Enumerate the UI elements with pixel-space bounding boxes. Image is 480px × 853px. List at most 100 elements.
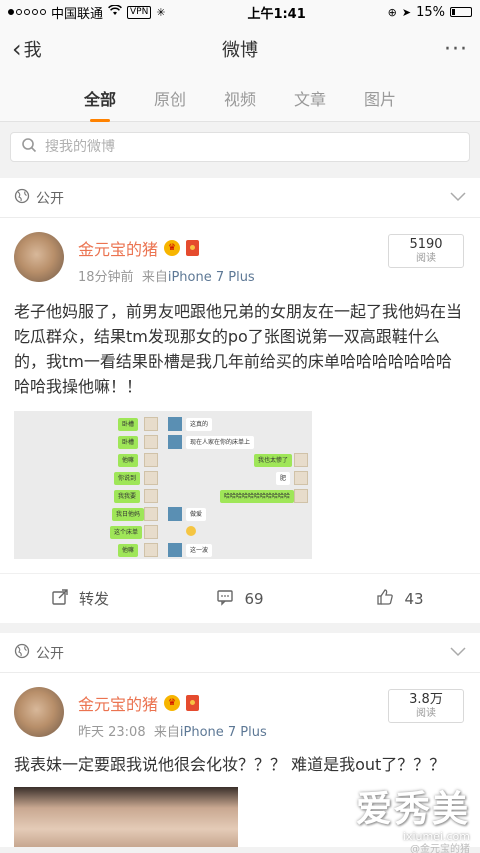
loading-icon: ✳ (156, 5, 166, 19)
thumbs-up-icon (376, 588, 394, 610)
read-label: 阅读 (416, 708, 436, 719)
search-box[interactable] (10, 132, 470, 162)
username[interactable]: 金元宝的猪 (78, 236, 158, 260)
like-button[interactable]: 43 (320, 588, 480, 610)
chat-avatar (168, 417, 182, 431)
chat-bubble: 我我要 (114, 490, 141, 503)
battery-icon (450, 7, 472, 17)
comment-button[interactable]: 69 (160, 588, 320, 610)
chat-avatar (144, 417, 158, 431)
post-time: 18分钟前 (78, 270, 134, 285)
read-count-box: 5190 阅读 (388, 234, 464, 268)
signal-icon (8, 9, 46, 15)
more-icon[interactable]: ··· (444, 37, 468, 62)
chat-bubble: 哈哈哈哈哈哈哈哈哈哈哈 (220, 490, 295, 503)
like-count: 43 (404, 589, 424, 608)
globe-icon (14, 643, 30, 663)
chat-avatar (168, 435, 182, 449)
chat-avatar (168, 507, 182, 521)
search-area (0, 122, 480, 170)
chevron-left-icon: ‹ (12, 35, 22, 63)
source-prefix: 来自 (141, 270, 168, 285)
avatar[interactable] (14, 232, 64, 282)
repost-label: 转发 (78, 590, 109, 608)
post-image-chat-screenshot[interactable]: 卧槽 卧槽 他嘛 你说到 我我要 我日他妈 这个床单 他嘛 这真的 现在人家在你… (14, 411, 312, 559)
comment-icon (216, 588, 234, 610)
post-text: 老子他妈服了，前男友吧跟他兄弟的女朋友在一起了我他妈在当吃瓜群众，结果tm发现那… (14, 302, 463, 396)
vip-crown-icon: ♛ (164, 695, 181, 711)
chat-avatar (144, 543, 158, 557)
post-source[interactable]: iPhone 7 Plus (168, 270, 255, 285)
post-time: 昨天 23:08 (78, 725, 146, 740)
chat-avatar (294, 489, 308, 503)
chat-avatar (144, 525, 158, 539)
wifi-icon (108, 3, 122, 20)
chat-bubble: 这个床单 (110, 526, 143, 539)
read-count: 5190 (409, 237, 443, 252)
chat-avatar (144, 453, 158, 467)
chat-bubble: 你说到 (114, 472, 141, 485)
post-meta: 昨天 23:08 来自iPhone 7 Plus (78, 721, 267, 740)
post-user-row: 金元宝的猪 ♛ 18分钟前 来自iPhone 7 Plus 5190 阅读 (0, 218, 480, 285)
post-text: 我表妹一定要跟我说他很会化妆？？？ 难道是我out了？？？ (14, 755, 446, 774)
back-button[interactable]: ‹ 我 (12, 36, 42, 62)
tab-article[interactable]: 文章 (292, 78, 328, 118)
chat-bubble: 卧槽 (118, 436, 139, 449)
status-time: 上午1:41 (247, 6, 306, 22)
carrier: 中国联通 (51, 6, 104, 22)
tab-bar: 全部 原创 视频 文章 图片 (0, 74, 480, 122)
source-prefix: 来自 (153, 725, 180, 740)
post-source[interactable]: iPhone 7 Plus (180, 725, 267, 740)
red-packet-icon (186, 240, 200, 256)
lock-rotation-icon: ⊕ (387, 5, 397, 19)
post-meta: 18分钟前 来自iPhone 7 Plus (78, 266, 255, 285)
globe-icon (14, 188, 30, 208)
chat-bubble: 我日他妈 (112, 508, 145, 521)
read-count-box: 3.8万 阅读 (388, 689, 464, 723)
username[interactable]: 金元宝的猪 (78, 691, 158, 715)
page-title: 微博 (222, 40, 258, 61)
search-icon (21, 137, 37, 157)
chat-bubble: 现在人家在你的床单上 (186, 436, 255, 449)
watermark: 爱秀美 ixiumei.com (356, 790, 470, 844)
tab-photo[interactable]: 图片 (362, 78, 398, 118)
chat-bubble: 这真的 (186, 418, 213, 431)
tab-original[interactable]: 原创 (152, 78, 188, 118)
chat-avatar (168, 543, 182, 557)
post-header: 公开 (0, 178, 480, 218)
chat-avatar (294, 471, 308, 485)
visibility-label: 公开 (36, 645, 64, 662)
search-input[interactable] (45, 139, 425, 155)
avatar[interactable] (14, 687, 64, 737)
post-user-row: 金元宝的猪 ♛ 昨天 23:08 来自iPhone 7 Plus 3.8万 阅读 (0, 673, 480, 740)
chat-avatar (144, 435, 158, 449)
weibo-handle-watermark: @金元宝的猪 (410, 844, 470, 853)
tab-video[interactable]: 视频 (222, 78, 258, 118)
chat-bubble: 我也太惨了 (254, 454, 293, 467)
post-header: 公开 (0, 633, 480, 673)
read-label: 阅读 (416, 253, 436, 264)
repost-button[interactable]: 转发 (0, 588, 160, 610)
battery-percent: 15% (416, 4, 445, 20)
post-card: 公开 金元宝的猪 ♛ 18分钟前 来自iPhone 7 Plus 5190 阅读… (0, 178, 480, 623)
chevron-down-icon[interactable] (450, 190, 466, 206)
chat-bubble: 肥 (276, 472, 291, 485)
chat-avatar (144, 471, 158, 485)
chat-bubble: 卧槽 (118, 418, 139, 431)
vip-crown-icon: ♛ (164, 240, 181, 256)
chat-bubble: 他嘛 (118, 454, 139, 467)
chat-emoji (186, 526, 196, 536)
chat-avatar (294, 453, 308, 467)
location-icon: ➤ (401, 5, 412, 19)
nav-bar: ‹ 我 微博 ··· (0, 24, 480, 74)
chat-bubble: 这一波 (186, 544, 213, 557)
chat-bubble: 做爱 (186, 508, 207, 521)
red-packet-icon (186, 695, 200, 711)
vpn-badge: VPN (127, 5, 152, 19)
chat-avatar (144, 507, 158, 521)
post-action-bar: 转发 69 43 (0, 573, 480, 623)
chevron-down-icon[interactable] (450, 645, 466, 661)
chat-avatar (144, 489, 158, 503)
tab-all[interactable]: 全部 (82, 78, 118, 122)
post-image-photo[interactable] (14, 787, 238, 847)
